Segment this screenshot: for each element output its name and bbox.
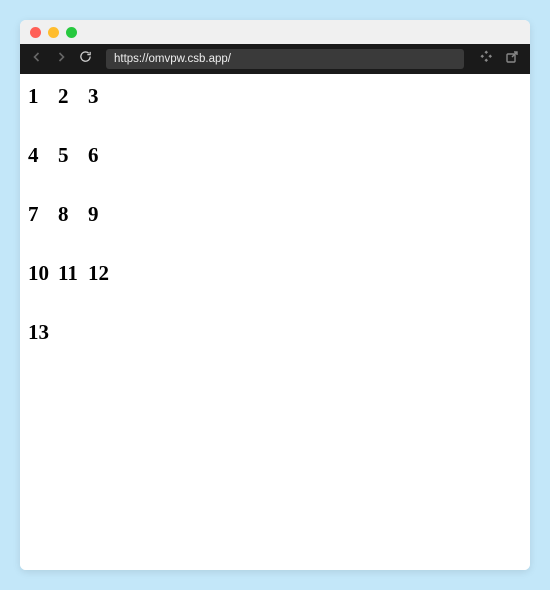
browser-toolbar: https://omvpw.csb.app/	[20, 44, 530, 74]
chevron-left-icon	[31, 50, 43, 68]
number-cell: 13	[28, 320, 58, 345]
number-cell: 12	[88, 261, 118, 286]
url-text: https://omvpw.csb.app/	[114, 53, 231, 65]
maximize-window-button[interactable]	[66, 27, 77, 38]
chevron-right-icon	[55, 50, 67, 68]
title-bar	[20, 20, 530, 44]
number-cell: 3	[88, 84, 118, 109]
number-cell: 2	[58, 84, 88, 109]
diamond-grid-icon	[479, 50, 493, 69]
minimize-window-button[interactable]	[48, 27, 59, 38]
apps-button[interactable]	[476, 49, 496, 69]
number-cell: 7	[28, 202, 58, 227]
number-cell: 8	[58, 202, 88, 227]
number-cell: 6	[88, 143, 118, 168]
number-cell: 4	[28, 143, 58, 168]
back-button[interactable]	[28, 50, 46, 68]
number-grid: 12345678910111213	[28, 84, 128, 379]
close-window-button[interactable]	[30, 27, 41, 38]
reload-button[interactable]	[76, 50, 94, 68]
forward-button[interactable]	[52, 50, 70, 68]
number-cell: 11	[58, 261, 88, 286]
number-cell: 5	[58, 143, 88, 168]
page-content: 12345678910111213	[20, 74, 530, 570]
browser-window: https://omvpw.csb.app/ 1	[20, 20, 530, 570]
open-external-button[interactable]	[502, 49, 522, 69]
number-cell: 1	[28, 84, 58, 109]
number-cell: 10	[28, 261, 58, 286]
url-bar[interactable]: https://omvpw.csb.app/	[106, 49, 464, 69]
external-link-icon	[505, 50, 519, 69]
reload-icon	[79, 50, 92, 68]
number-cell: 9	[88, 202, 118, 227]
